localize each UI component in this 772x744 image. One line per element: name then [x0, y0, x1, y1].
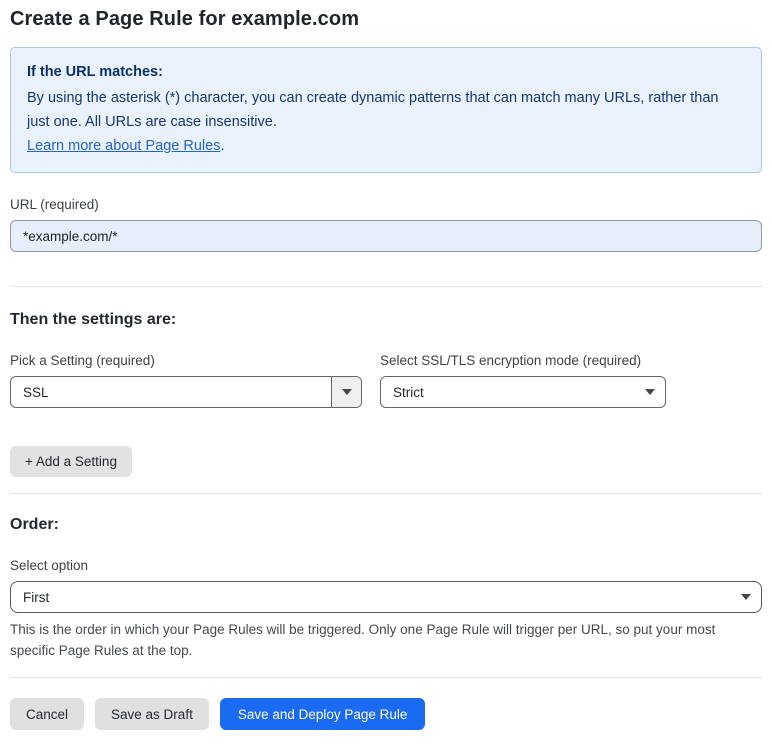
- info-box-heading: If the URL matches:: [27, 64, 163, 80]
- setting-select-column: Pick a Setting (required) SSL: [10, 353, 362, 408]
- info-box-link-line: Learn more about Page Rules.: [27, 134, 745, 158]
- chevron-down-icon: [341, 389, 352, 395]
- settings-row: Pick a Setting (required) SSL Select SSL…: [10, 353, 762, 408]
- add-setting-button[interactable]: + Add a Setting: [10, 446, 132, 477]
- setting-select-value: SSL: [23, 384, 49, 400]
- order-select[interactable]: First: [10, 581, 762, 613]
- ssl-mode-select[interactable]: Strict: [380, 376, 666, 408]
- learn-more-link[interactable]: Learn more about Page Rules: [27, 138, 220, 154]
- order-helper-text: This is the order in which your Page Rul…: [10, 622, 716, 658]
- mode-select-column: Select SSL/TLS encryption mode (required…: [380, 353, 666, 408]
- order-select-value: First: [23, 589, 50, 605]
- setting-select-label: Pick a Setting (required): [10, 353, 155, 368]
- chevron-down-icon: [731, 594, 761, 600]
- url-match-info-box: If the URL matches: By using the asteris…: [10, 47, 762, 173]
- ssl-mode-select-value: Strict: [393, 384, 424, 400]
- divider: [10, 493, 762, 494]
- setting-select[interactable]: SSL: [10, 376, 362, 408]
- save-deploy-button[interactable]: Save and Deploy Page Rule: [219, 698, 426, 730]
- settings-section-heading: Then the settings are:: [10, 311, 177, 328]
- order-select-label: Select option: [10, 558, 89, 573]
- link-period: .: [220, 138, 225, 154]
- divider: [10, 677, 762, 678]
- mode-select-label: Select SSL/TLS encryption mode (required…: [380, 353, 642, 368]
- divider: [10, 286, 762, 287]
- page-title: Create a Page Rule for example.com: [10, 8, 360, 30]
- create-page-rule-form: Create a Page Rule for example.com If th…: [0, 0, 772, 744]
- footer-buttons: Cancel Save as Draft Save and Deploy Pag…: [10, 698, 762, 730]
- url-input[interactable]: [10, 220, 762, 252]
- cancel-button[interactable]: Cancel: [10, 698, 85, 730]
- info-box-body: By using the asterisk (*) character, you…: [27, 90, 719, 130]
- order-section-heading: Order:: [10, 516, 59, 533]
- url-field-label: URL (required): [10, 197, 99, 212]
- save-draft-button[interactable]: Save as Draft: [95, 698, 209, 730]
- chevron-down-icon: [635, 389, 665, 395]
- setting-select-arrow-button[interactable]: [331, 377, 361, 407]
